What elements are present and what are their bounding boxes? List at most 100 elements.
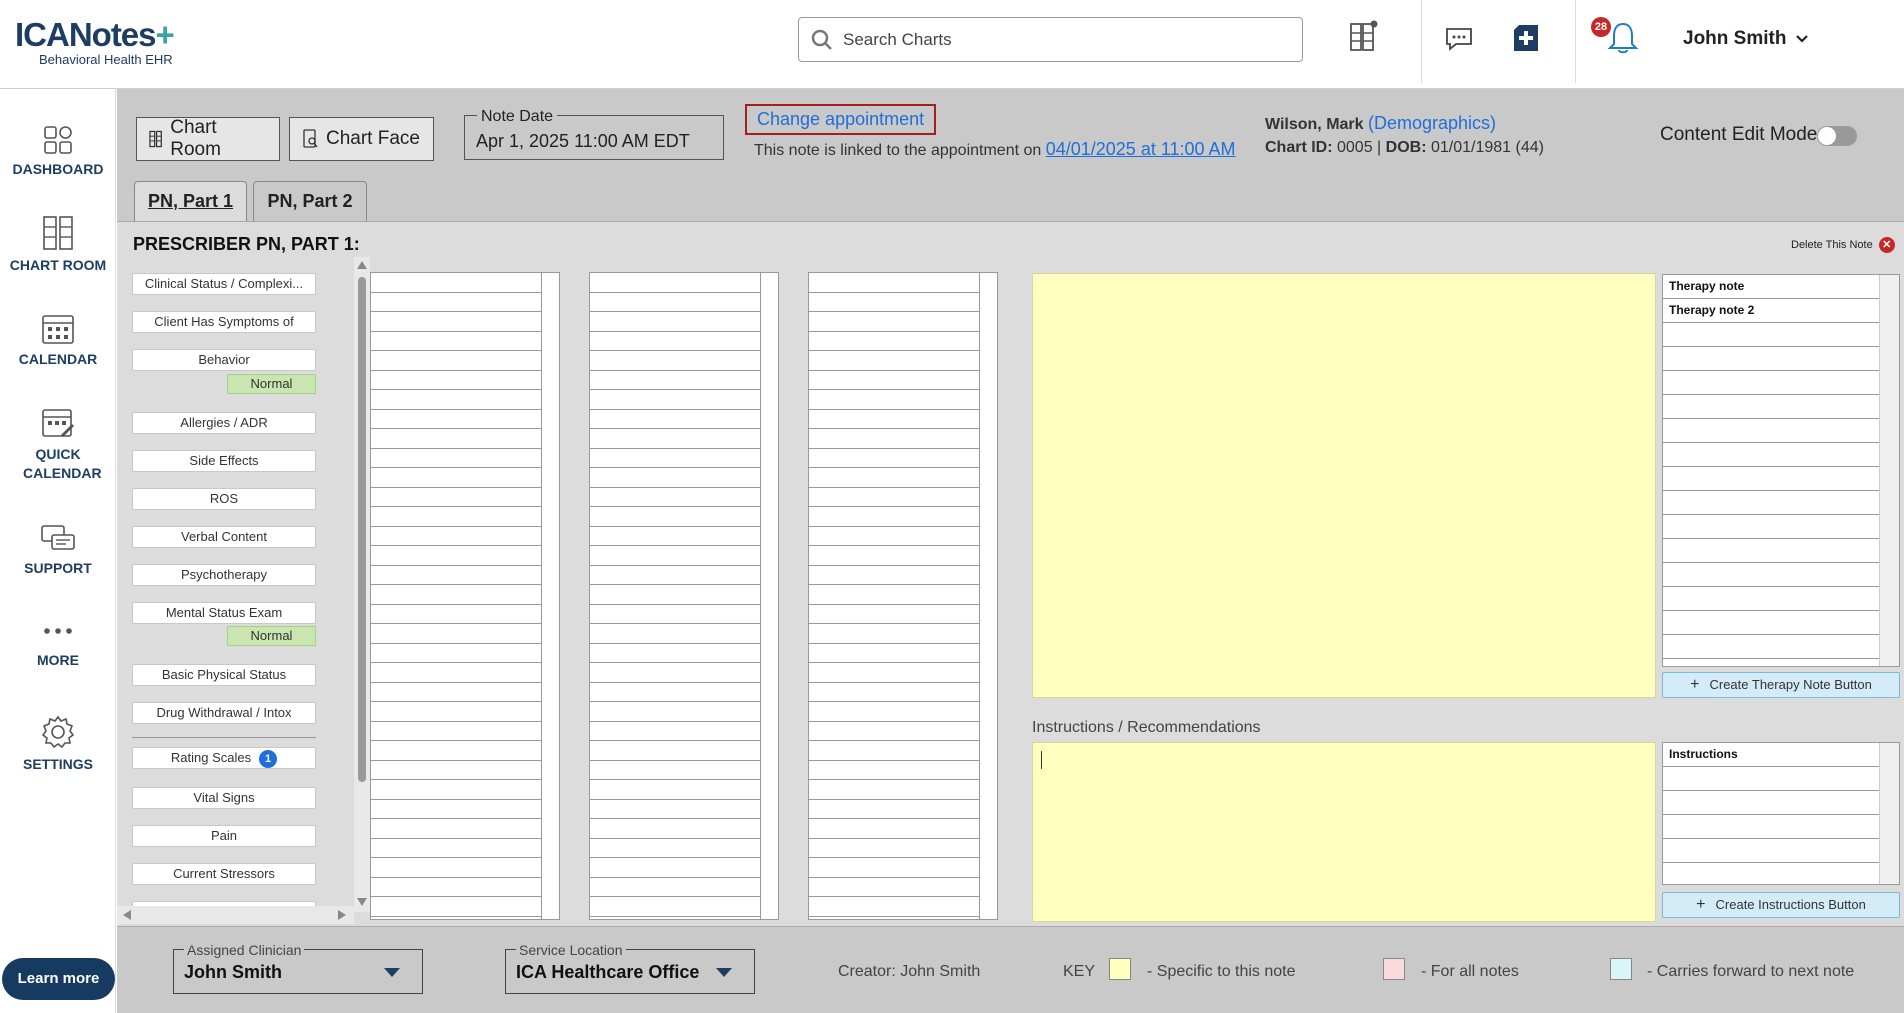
section-button[interactable]: Rating Scales 1 xyxy=(132,747,316,769)
list-row[interactable] xyxy=(371,839,541,858)
section-button[interactable]: Behavior xyxy=(132,349,316,371)
search-box[interactable] xyxy=(798,17,1303,62)
list-row[interactable] xyxy=(371,663,541,683)
app-logo[interactable]: ICANotes+ Behavioral Health EHR xyxy=(15,18,175,67)
list-row[interactable] xyxy=(809,410,979,429)
create-therapy-note-button[interactable]: + Create Therapy Note Button xyxy=(1662,672,1900,698)
list-row[interactable] xyxy=(371,410,541,429)
list-row[interactable] xyxy=(590,585,760,605)
list-row[interactable] xyxy=(371,858,541,878)
list-row[interactable] xyxy=(590,293,760,312)
normal-badge[interactable]: Normal xyxy=(227,626,316,646)
list-row[interactable] xyxy=(590,527,760,546)
chart-face-button[interactable]: Chart Face xyxy=(289,117,434,161)
list-row[interactable] xyxy=(590,351,760,371)
list-row[interactable] xyxy=(809,702,979,722)
user-menu[interactable]: John Smith xyxy=(1683,28,1809,50)
list-row[interactable] xyxy=(590,332,760,351)
demographics-link[interactable]: (Demographics) xyxy=(1368,113,1496,133)
message-icon[interactable] xyxy=(1444,26,1474,52)
list-row[interactable] xyxy=(371,449,541,468)
list-row[interactable] xyxy=(809,644,979,663)
list-row[interactable] xyxy=(590,683,760,702)
list-row[interactable] xyxy=(590,761,760,780)
list-row[interactable] xyxy=(371,546,541,566)
list-row[interactable] xyxy=(809,429,979,449)
list-item[interactable] xyxy=(1663,395,1879,419)
list-row[interactable] xyxy=(809,468,979,488)
list-row[interactable] xyxy=(809,273,979,293)
nav-support[interactable]: SUPPORT xyxy=(0,524,116,576)
chart-cabinet-icon[interactable] xyxy=(1348,20,1378,52)
bell-icon[interactable] xyxy=(1606,20,1640,56)
list-row[interactable] xyxy=(371,702,541,722)
list-scrollbar[interactable] xyxy=(1879,743,1899,884)
prescription-icon[interactable] xyxy=(1510,22,1542,54)
list-row[interactable] xyxy=(371,897,541,917)
list-row[interactable] xyxy=(809,351,979,371)
section-button[interactable]: Allergies / ADR xyxy=(132,412,316,434)
list-row[interactable] xyxy=(809,878,979,897)
list-item[interactable] xyxy=(1663,443,1879,467)
list-row[interactable] xyxy=(590,488,760,507)
list-row[interactable] xyxy=(371,332,541,351)
list-scrollbar[interactable] xyxy=(541,273,559,919)
list-row[interactable] xyxy=(590,897,760,917)
search-input[interactable] xyxy=(843,29,1273,50)
section-button[interactable]: Drug Withdrawal / Intox xyxy=(132,702,316,724)
list-row[interactable] xyxy=(371,780,541,800)
list-row[interactable] xyxy=(809,605,979,624)
list-row[interactable] xyxy=(371,468,541,488)
list-row[interactable] xyxy=(371,761,541,780)
list-row[interactable] xyxy=(809,507,979,527)
scroll-right-icon[interactable] xyxy=(337,909,347,921)
list-row[interactable] xyxy=(809,800,979,819)
list-row[interactable] xyxy=(809,390,979,410)
list-row[interactable] xyxy=(809,449,979,468)
list-item[interactable] xyxy=(1663,767,1879,791)
list-row[interactable] xyxy=(371,293,541,312)
list-scrollbar[interactable] xyxy=(979,273,997,919)
list-row[interactable] xyxy=(809,293,979,312)
list-row[interactable] xyxy=(590,371,760,390)
list-item[interactable] xyxy=(1663,635,1879,659)
list-row[interactable] xyxy=(371,566,541,585)
list-row[interactable] xyxy=(371,741,541,761)
list-row[interactable] xyxy=(371,683,541,702)
list-row[interactable] xyxy=(590,819,760,839)
therapy-note-list[interactable]: Therapy note Therapy note 2 xyxy=(1662,274,1900,667)
chart-room-button[interactable]: Chart Room xyxy=(136,117,280,161)
list-row[interactable] xyxy=(371,351,541,371)
list-row[interactable] xyxy=(809,585,979,605)
list-row[interactable] xyxy=(590,410,760,429)
list-row[interactable] xyxy=(809,819,979,839)
section-button[interactable]: Verbal Content xyxy=(132,526,316,548)
list-row[interactable] xyxy=(590,468,760,488)
list-row[interactable] xyxy=(809,332,979,351)
list-row[interactable] xyxy=(371,371,541,390)
section-button[interactable]: Current Stressors xyxy=(132,863,316,885)
tab-pn-part-1[interactable]: PN, Part 1 xyxy=(134,181,247,221)
list-item[interactable] xyxy=(1663,563,1879,587)
list-item[interactable]: Instructions xyxy=(1663,743,1879,767)
list-item[interactable] xyxy=(1663,791,1879,815)
list-row[interactable] xyxy=(590,800,760,819)
list-row[interactable] xyxy=(371,585,541,605)
list-row[interactable] xyxy=(809,488,979,507)
list-row[interactable] xyxy=(590,546,760,566)
list-scrollbar[interactable] xyxy=(760,273,778,919)
list-row[interactable] xyxy=(371,273,541,293)
learn-more-button[interactable]: Learn more xyxy=(2,958,115,1000)
list-row[interactable] xyxy=(371,507,541,527)
phrase-list-2[interactable] xyxy=(589,272,779,920)
list-scrollbar[interactable] xyxy=(1879,275,1899,666)
section-button[interactable]: Psychotherapy xyxy=(132,564,316,586)
section-button[interactable]: Basic Physical Status xyxy=(132,664,316,686)
list-row[interactable] xyxy=(809,683,979,702)
list-row[interactable] xyxy=(809,663,979,683)
list-row[interactable] xyxy=(371,644,541,663)
list-item[interactable] xyxy=(1663,347,1879,371)
list-row[interactable] xyxy=(809,527,979,546)
list-row[interactable] xyxy=(809,858,979,878)
section-button[interactable]: ROS xyxy=(132,488,316,510)
